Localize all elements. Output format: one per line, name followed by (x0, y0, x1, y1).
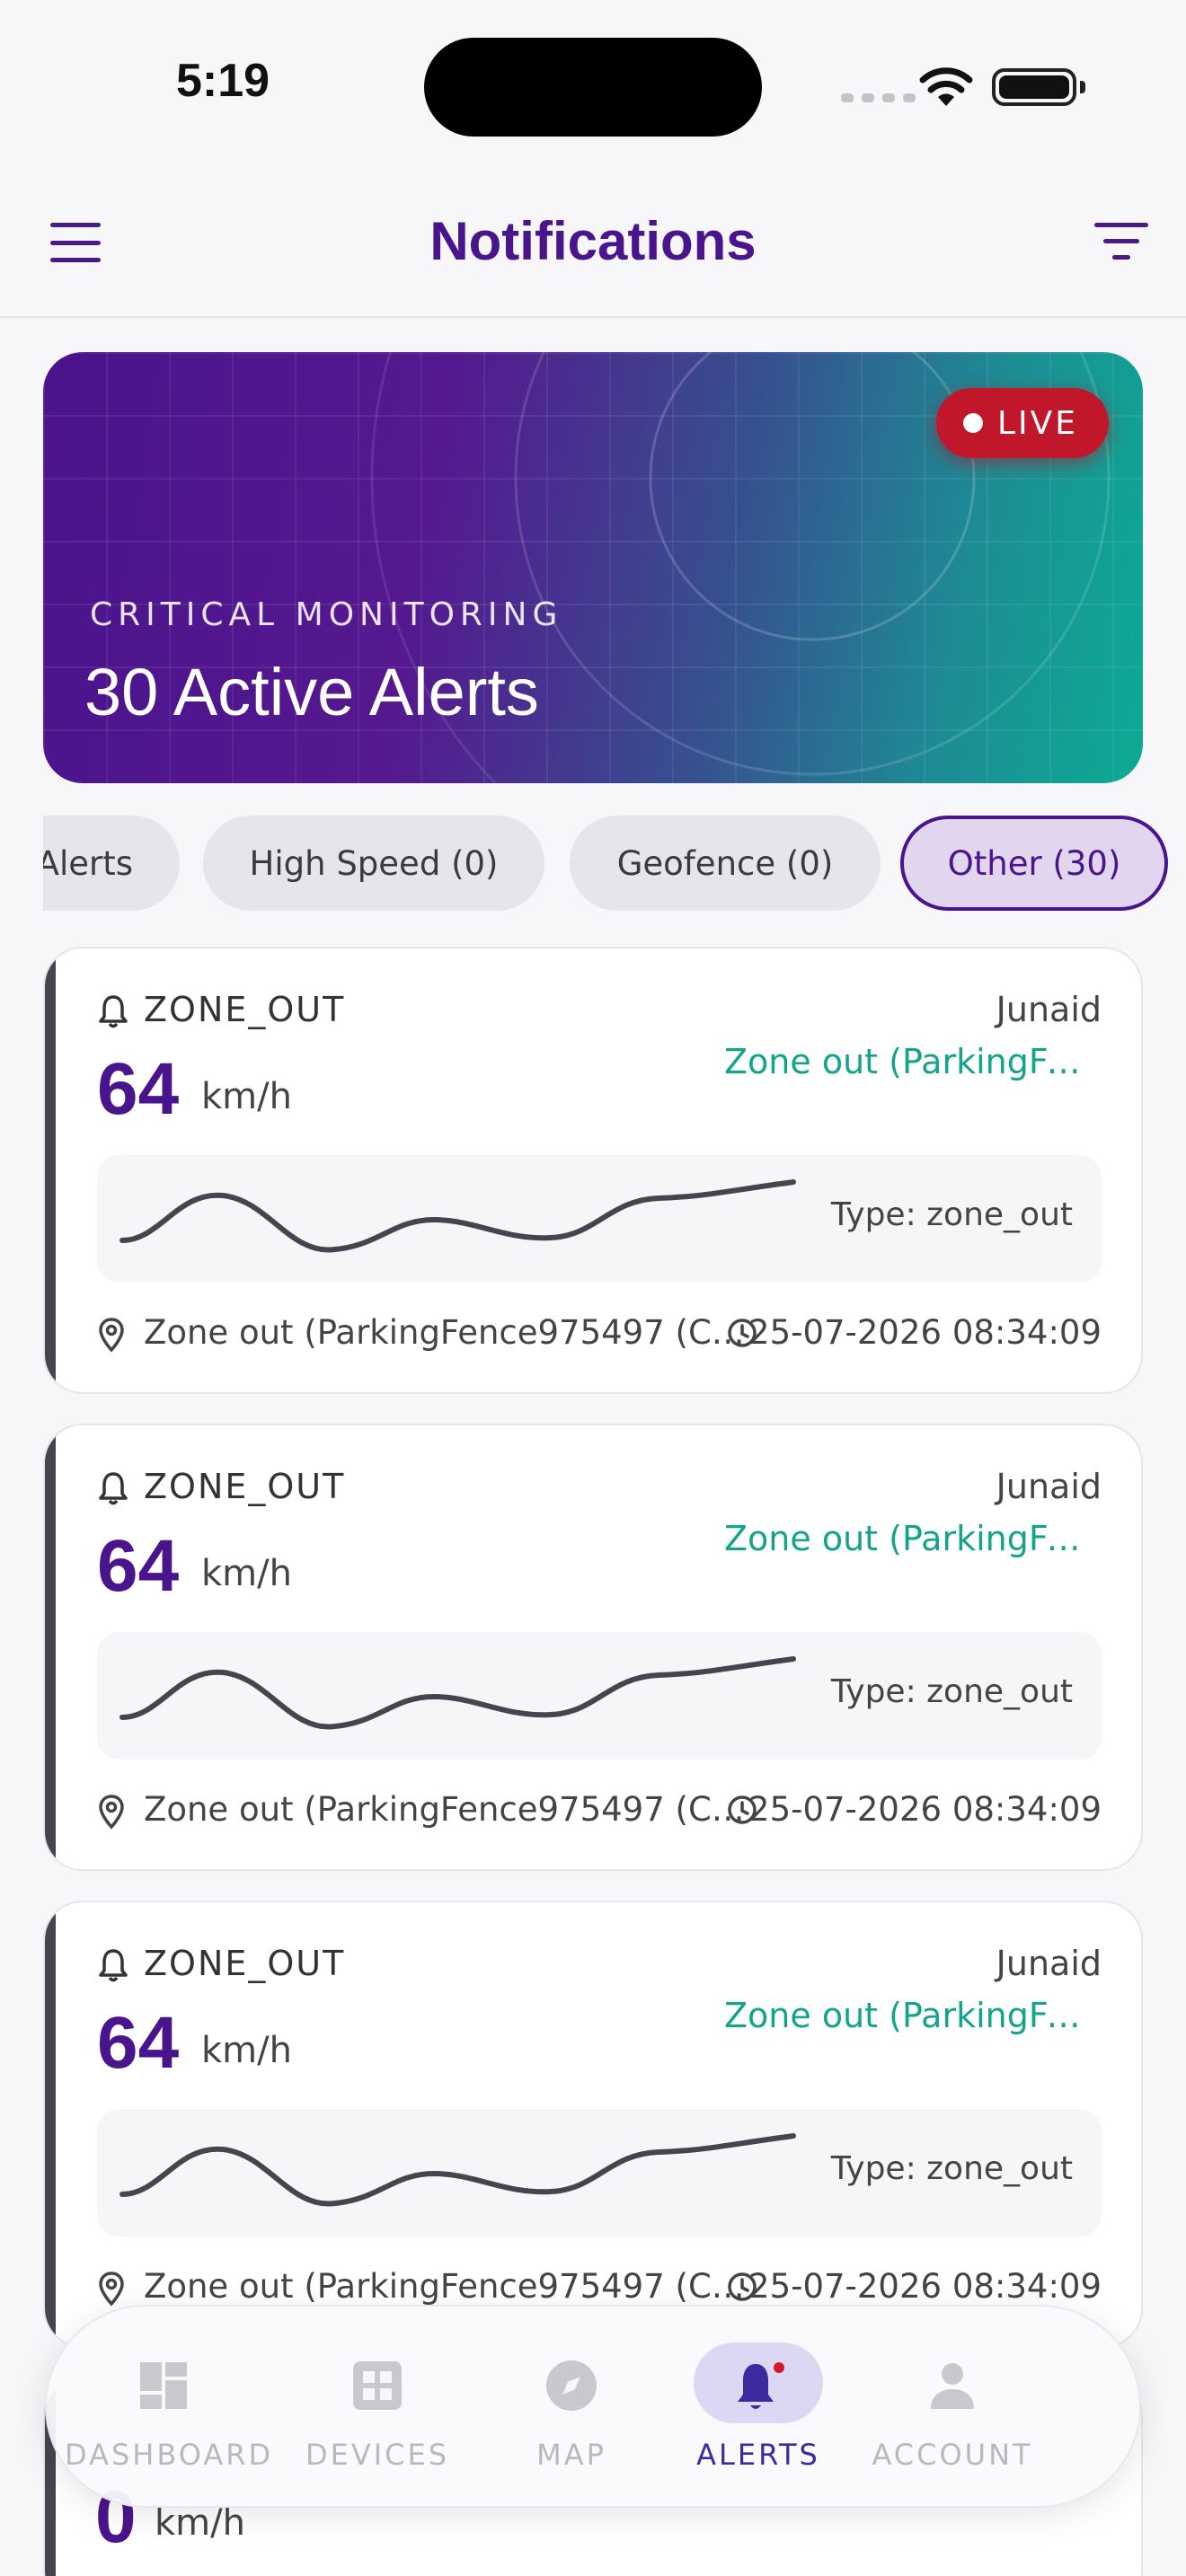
filter-button[interactable] (1094, 223, 1148, 260)
bell-icon (99, 995, 128, 1028)
person-icon (931, 2363, 974, 2409)
chart-type-label: Type: zone_out (830, 2150, 1073, 2187)
alert-location: Zone out (ParkingFence975497 (CIRCLE)) (144, 1313, 751, 1352)
compass-icon (546, 2360, 597, 2411)
speed-sparkline: Type: zone_out (97, 1632, 1102, 1760)
alert-user: Junaid (996, 990, 1102, 1029)
card-accent (45, 1425, 56, 1869)
live-dot-icon (962, 413, 983, 433)
alert-user: Junaid (996, 1944, 1102, 1983)
bottom-navigation: DASHBOARD DEVICES MAP ALERTS ACCOUNT (45, 2305, 1141, 2508)
page-title: Notifications (429, 211, 757, 271)
location-pin-icon (99, 1318, 124, 1353)
bell-icon (99, 1472, 128, 1505)
live-badge: LIVE (935, 388, 1109, 458)
chip-geofence[interactable]: Geofence (0) (570, 816, 881, 911)
speed-sparkline: Type: zone_out (97, 1155, 1102, 1283)
chip-other[interactable]: Other (30) (900, 816, 1168, 911)
alert-location: Zone out (ParkingFence975497 (CIRCLE)) (144, 2267, 751, 2306)
alert-timestamp: 25-07-2026 08:34:09 (748, 2267, 1102, 2306)
alert-type: ZONE_OUT (144, 1944, 346, 1983)
alert-user: Junaid (996, 1467, 1102, 1506)
location-pin-icon (99, 1795, 124, 1830)
alert-speed: 64 (97, 2002, 180, 2084)
live-label: LIVE (996, 404, 1078, 442)
chip-all-alerts[interactable]: Alerts (43, 816, 180, 911)
alert-zone[interactable]: Zone out (ParkingFence975497) (724, 1042, 1102, 1081)
nav-label: ALERTS (696, 2438, 820, 2472)
nav-label: DASHBOARD (65, 2438, 274, 2472)
devices-grid-icon (353, 2361, 402, 2410)
status-time: 5:19 (176, 55, 270, 107)
speed-unit: km/h (201, 1553, 292, 1594)
alert-location: Zone out (ParkingFence975497 (CIRCLE)) (144, 1790, 751, 1829)
speed-unit: km/h (155, 2502, 245, 2544)
alert-zone[interactable]: Zone out (ParkingFence975497) (724, 1996, 1102, 2035)
app-header: Notifications (0, 171, 1186, 318)
dynamic-island (424, 38, 762, 137)
nav-dashboard[interactable]: DASHBOARD (65, 2342, 274, 2477)
card-accent (45, 948, 56, 1392)
chart-type-label: Type: zone_out (830, 1196, 1073, 1233)
active-alerts-count: 30 Active Alerts (84, 655, 539, 729)
battery-icon (992, 68, 1085, 106)
alert-card[interactable]: ZONE_OUT Junaid 64 km/h Zone out (Parkin… (43, 1901, 1143, 2348)
alert-speed: 64 (97, 1048, 180, 1130)
chip-high-speed[interactable]: High Speed (0) (203, 816, 544, 911)
speed-unit: km/h (201, 1076, 292, 1117)
dashboard-icon (140, 2362, 187, 2409)
status-bar: 5:19 (0, 0, 1186, 171)
nav-map[interactable]: MAP (473, 2342, 670, 2477)
alert-timestamp: 25-07-2026 08:34:09 (748, 1313, 1102, 1352)
location-pin-icon (99, 2272, 124, 2307)
nav-label: ACCOUNT (872, 2438, 1033, 2472)
alert-card[interactable]: ZONE_OUT Junaid 64 km/h Zone out (Parkin… (43, 1424, 1143, 1871)
filter-icon (1094, 223, 1148, 227)
bell-icon (99, 1949, 128, 1982)
chart-type-label: Type: zone_out (830, 1673, 1073, 1710)
filter-chips: Alerts High Speed (0) Geofence (0) Other… (43, 814, 1186, 914)
speed-unit: km/h (201, 2030, 292, 2071)
alert-timestamp: 25-07-2026 08:34:09 (748, 1790, 1102, 1829)
nav-alerts[interactable]: ALERTS (659, 2342, 857, 2477)
critical-monitoring-banner: LIVE CRITICAL MONITORING 30 Active Alert… (43, 352, 1143, 783)
card-accent (45, 1902, 56, 2346)
speed-sparkline: Type: zone_out (97, 2109, 1102, 2236)
nav-label: MAP (536, 2438, 606, 2472)
alert-zone[interactable]: Zone out (ParkingFence975497) (724, 1519, 1102, 1558)
bell-icon (738, 2360, 787, 2409)
nav-devices[interactable]: DEVICES (279, 2342, 476, 2477)
wifi-icon (919, 67, 973, 106)
alert-type: ZONE_OUT (144, 990, 346, 1029)
alert-speed: 64 (97, 1525, 180, 1607)
alert-type: ZONE_OUT (144, 1467, 346, 1506)
banner-eyebrow: CRITICAL MONITORING (90, 596, 563, 633)
cellular-signal-icon (841, 93, 916, 102)
nav-label: DEVICES (305, 2438, 450, 2472)
nav-account[interactable]: ACCOUNT (854, 2342, 1051, 2477)
alert-card[interactable]: ZONE_OUT Junaid 64 km/h Zone out (Parkin… (43, 947, 1143, 1394)
